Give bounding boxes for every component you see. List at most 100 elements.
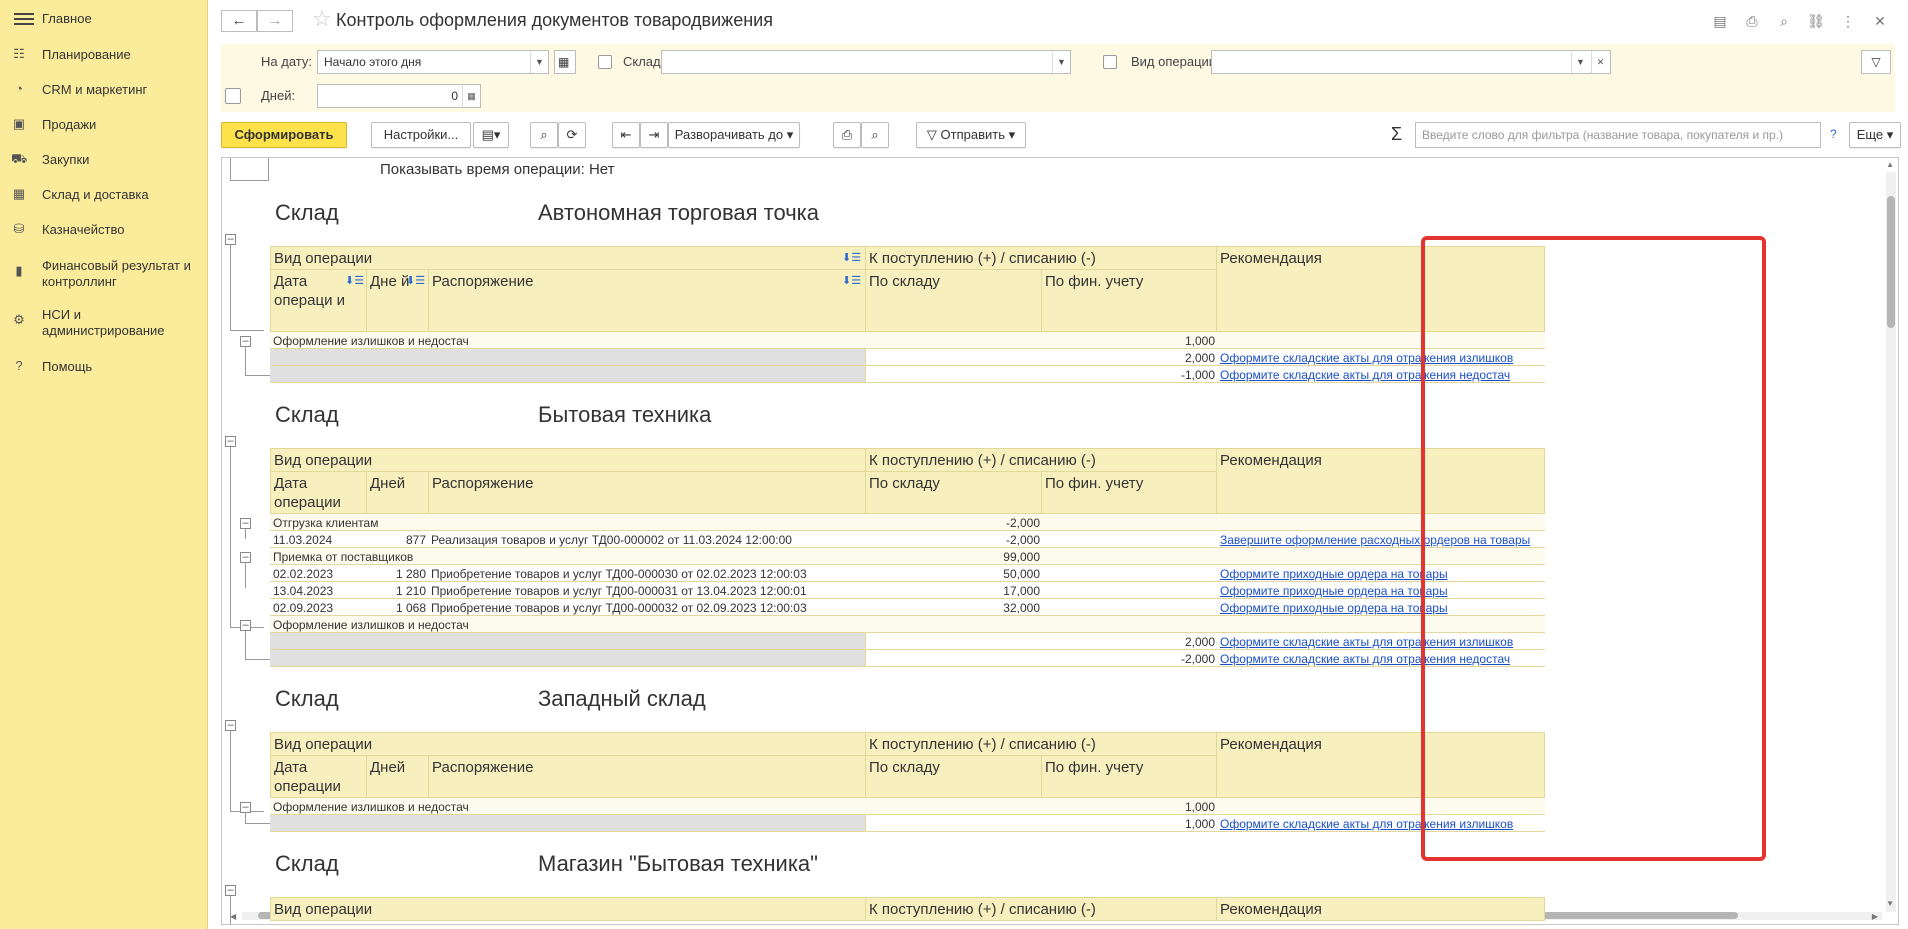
recommendation-link[interactable]: Завершите оформление расходных ордеров н…	[1218, 532, 1532, 548]
sidebar-item-sales[interactable]: ▣ Продажи	[0, 108, 208, 140]
group-value: 1,000	[1184, 800, 1215, 814]
calendar-button[interactable]: ▦	[554, 50, 576, 74]
recommendation-link[interactable]: Оформите складские акты для отражения не…	[1218, 367, 1512, 383]
refresh-search-icon[interactable]: ⟳	[558, 122, 586, 148]
collapse-group-icon[interactable]: –	[240, 802, 251, 813]
group-value: -2,000	[1005, 516, 1040, 530]
close-icon[interactable]: ✕	[1869, 10, 1891, 32]
collapse-icon[interactable]: ⇤	[612, 122, 640, 148]
sort-icon[interactable]: ⬇☰	[842, 274, 861, 287]
star-icon[interactable]: ☆	[312, 6, 332, 32]
recommendation-link[interactable]: Оформите приходные ордера на товары	[1218, 566, 1450, 582]
chevron-down-icon[interactable]: ▼	[1052, 51, 1070, 73]
calculator-icon[interactable]: ▦	[462, 85, 480, 107]
collapse-group-icon[interactable]: –	[240, 620, 251, 631]
scroll-right-icon[interactable]: ▶	[1872, 912, 1878, 921]
sidebar-item-main[interactable]: Главное	[42, 11, 92, 26]
col-header-rec: Рекомендация	[1216, 897, 1545, 921]
cell-rasp: Приобретение товаров и услуг ТД00-000031…	[431, 584, 807, 598]
col-header-k-post: К поступлению (+) / списанию (-)	[865, 897, 1217, 921]
sidebar-item-label: Финансовый результат и контроллинг	[42, 258, 191, 289]
sort-icon[interactable]: ⬇☰	[842, 251, 861, 264]
col-header-vid: Вид операции	[270, 246, 866, 270]
col-header-k-post: К поступлению (+) / списанию (-)	[865, 448, 1217, 472]
recommendation-link[interactable]: Оформите приходные ордера на товары	[1218, 583, 1450, 599]
sidebar-item-treasury[interactable]: ⛁ Казначейство	[0, 213, 208, 245]
collapse-group-icon[interactable]: –	[240, 518, 251, 529]
scroll-down-icon[interactable]: ▼	[1886, 899, 1894, 908]
expand-icon[interactable]: ⇥	[640, 122, 668, 148]
print-icon[interactable]: ⎙	[833, 122, 861, 148]
generate-button[interactable]: Сформировать	[221, 122, 347, 148]
chevron-down-icon[interactable]: ▼	[530, 51, 548, 73]
sidebar-item-admin[interactable]: ⚙ НСИ и администрирование	[0, 298, 208, 342]
filter-icon[interactable]: ▽	[1861, 50, 1891, 74]
sort-icon[interactable]: ⬇☰	[406, 274, 425, 287]
sklad-checkbox[interactable]	[598, 55, 612, 69]
more-label: Еще	[1856, 127, 1884, 142]
recommendation-link[interactable]: Оформите приходные ордера на товары	[1218, 600, 1450, 616]
sidebar-item-warehouse[interactable]: ▦ Склад и доставка	[0, 178, 208, 210]
clear-icon[interactable]: ✕	[1591, 51, 1609, 73]
variant-button[interactable]: ▤▾	[473, 122, 509, 148]
recommendation-link[interactable]: Оформите складские акты для отражения не…	[1218, 651, 1512, 667]
recommendation-link[interactable]: Оформите складские акты для отражения из…	[1218, 350, 1515, 366]
vertical-scroll-thumb[interactable]	[1887, 196, 1895, 328]
col-header-days: Дней	[366, 755, 429, 798]
help-link[interactable]: ?	[1830, 127, 1837, 141]
more-vertical-icon[interactable]: ⋮	[1837, 10, 1859, 32]
settings-button[interactable]: Настройки...	[371, 122, 471, 148]
date-field[interactable]: Начало этого дня	[317, 50, 549, 74]
group-value: 99,000	[1003, 550, 1040, 564]
col-header-k-post: К поступлению (+) / списанию (-)	[865, 246, 1217, 270]
scroll-up-icon[interactable]: ▲	[1886, 160, 1894, 169]
collapse-section-icon[interactable]: –	[225, 234, 236, 245]
collapse-group-icon[interactable]: –	[240, 336, 251, 347]
sidebar-item-planning[interactable]: ☷ Планирование	[0, 38, 208, 70]
help-icon: ?	[15, 358, 23, 373]
back-button[interactable]: ←	[221, 10, 257, 32]
sort-icon[interactable]: ⬇☰	[345, 274, 364, 287]
forward-button[interactable]: →	[257, 10, 293, 32]
col-header-vid: Вид операции	[270, 732, 866, 756]
search-input[interactable]: Введите слово для фильтра (название това…	[1415, 122, 1821, 148]
sidebar-item-purchases[interactable]: ⛟ Закупки	[0, 143, 208, 175]
save-icon[interactable]: ▤	[1709, 10, 1731, 32]
recommendation-link[interactable]: Оформите складские акты для отражения из…	[1218, 816, 1515, 832]
collapse-group-icon[interactable]: –	[240, 552, 251, 563]
collapse-section-icon[interactable]: –	[225, 436, 236, 447]
table-row	[270, 349, 865, 366]
collapse-section-icon[interactable]: –	[225, 720, 236, 731]
expand-to-button[interactable]: Разворачивать до ▾	[668, 122, 800, 148]
recommendation-link[interactable]: Оформите складские акты для отражения из…	[1218, 634, 1515, 650]
sidebar-item-finance[interactable]: ▮ Финансовый результат и контроллинг	[0, 249, 208, 293]
preview-icon[interactable]: ⌕	[1773, 10, 1795, 32]
op-field[interactable]	[1211, 50, 1611, 74]
section-name: Магазин "Бытовая техника"	[538, 851, 818, 876]
preview-icon[interactable]: ⌕	[861, 122, 889, 148]
send-button[interactable]: ▽ Отправить ▾	[916, 122, 1026, 148]
menu-icon[interactable]	[14, 10, 34, 26]
sklad-field[interactable]	[661, 50, 1071, 74]
section-sklad-label: Склад	[275, 851, 339, 876]
days-checkbox[interactable]	[225, 88, 241, 104]
sigma-icon[interactable]: Σ	[1391, 124, 1402, 145]
cell-fin: 2,000	[1184, 351, 1215, 365]
print-icon[interactable]: ⎙	[1741, 10, 1763, 32]
collapse-section-icon[interactable]: –	[225, 885, 236, 896]
section-name: Автономная торговая точка	[538, 200, 820, 225]
expand-to-label: Разворачивать до	[674, 127, 784, 142]
sidebar-item-label: Продажи	[42, 117, 97, 132]
chevron-down-icon[interactable]: ▼	[1571, 51, 1589, 73]
op-checkbox[interactable]	[1103, 55, 1117, 69]
search-icon[interactable]: ⌕	[530, 122, 558, 148]
col-header-po-skladu: По складу	[865, 269, 1042, 332]
more-button[interactable]: Еще ▾	[1849, 122, 1901, 148]
main-area: ← → ☆ Контроль оформления документов тов…	[209, 0, 1908, 929]
link-icon[interactable]: ⛓	[1805, 10, 1827, 32]
report-area[interactable]: ▲ ▼ ◀ ▶ Показывать время операции: Нет –…	[221, 157, 1899, 925]
sidebar-item-crm[interactable]: ◔ CRM и маркетинг	[0, 73, 208, 105]
sidebar-item-help[interactable]: ? Помощь	[0, 350, 208, 382]
days-field[interactable]: 0	[317, 84, 481, 108]
col-header-vid: Вид операции	[270, 448, 866, 472]
